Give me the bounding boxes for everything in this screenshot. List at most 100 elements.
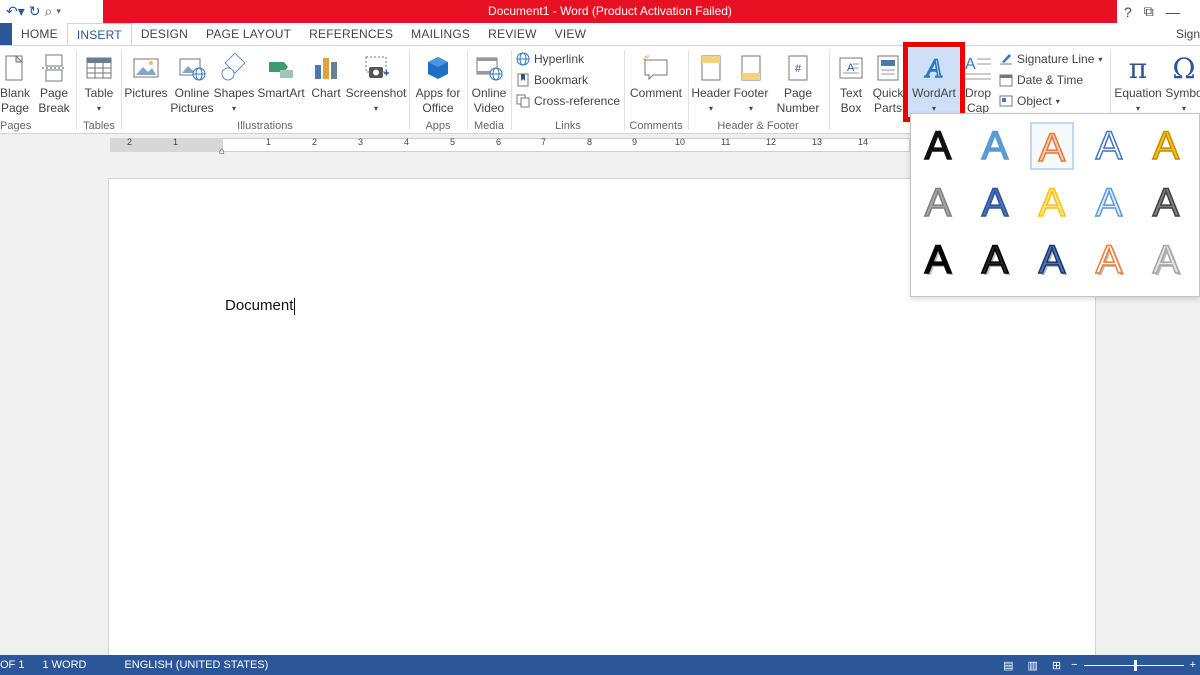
tab-references[interactable]: REFERENCES: [300, 23, 402, 45]
online-pictures-icon: [179, 58, 206, 81]
equation-button[interactable]: π Equation ▾: [1112, 48, 1164, 116]
shapes-button[interactable]: Shapes ▾: [213, 48, 255, 116]
page-break-button[interactable]: Page Break: [36, 48, 72, 116]
signature-line-button[interactable]: Signature Line ▾: [999, 49, 1102, 69]
ruler-number: 8: [587, 137, 593, 147]
quick-parts-button[interactable]: Quick Parts: [870, 48, 906, 116]
document-text-line[interactable]: Document: [225, 297, 296, 315]
wordart-style-option[interactable]: A: [1144, 236, 1188, 284]
blank-page-button[interactable]: Blank Page: [0, 48, 30, 116]
wordart-style-option[interactable]: A: [916, 236, 960, 284]
ruler-number: 14: [858, 137, 869, 147]
svg-text:#: #: [795, 63, 802, 75]
calendar-icon: [999, 74, 1013, 87]
cross-reference-icon: [516, 94, 530, 108]
ruler-number: 2: [312, 137, 318, 147]
cross-reference-button[interactable]: Cross-reference: [516, 91, 620, 111]
bookmark-button[interactable]: Bookmark: [516, 70, 588, 90]
object-button[interactable]: Object ▾: [999, 91, 1060, 111]
comment-button[interactable]: Comment: [627, 48, 685, 101]
wordart-gallery: AAAAAAAAAAAAAAA: [910, 113, 1200, 297]
wordart-style-option[interactable]: A: [1087, 122, 1131, 170]
apps-for-office-button[interactable]: Apps for Office: [411, 48, 465, 116]
web-layout-icon[interactable]: ⊞: [1052, 659, 1061, 672]
symbol-button[interactable]: Ω Symbo ▾: [1164, 48, 1200, 116]
shapes-icon: [221, 53, 246, 81]
pictures-button[interactable]: Pictures: [124, 48, 168, 101]
title-bar: ↶▾ ↻ ⌕ ▾ Document1 - Word (Product Activ…: [0, 0, 1200, 23]
tab-page-layout[interactable]: PAGE LAYOUT: [197, 23, 300, 45]
shapes-dropdown-icon: ▾: [231, 104, 236, 113]
chart-button[interactable]: Chart: [309, 48, 343, 101]
zoom-slider[interactable]: [1083, 659, 1184, 671]
header-dropdown-icon: ▾: [708, 104, 713, 113]
tab-home[interactable]: HOME: [12, 23, 67, 45]
ruler-number: 12: [766, 137, 777, 147]
screenshot-dropdown-icon: ▾: [373, 104, 378, 113]
hyperlink-button[interactable]: Hyperlink: [516, 49, 584, 69]
ruler-number: 13: [812, 137, 823, 147]
text-box-button[interactable]: A Text Box: [832, 48, 870, 116]
hyperlink-icon: [516, 52, 530, 66]
date-time-button[interactable]: Date & Time: [999, 70, 1083, 90]
wordart-style-option[interactable]: A: [1087, 236, 1131, 284]
wordart-style-option[interactable]: A: [1087, 179, 1131, 227]
wordart-style-option[interactable]: A: [916, 122, 960, 170]
drop-cap-button[interactable]: A Drop Cap: [962, 48, 994, 116]
tab-mailings[interactable]: MAILINGS: [402, 23, 479, 45]
group-separator: [76, 50, 77, 130]
zoom-slider-thumb[interactable]: [1133, 659, 1137, 671]
read-mode-icon[interactable]: ▤: [1003, 659, 1013, 672]
group-label-header-footer: Header & Footer: [717, 120, 799, 132]
page-number-button[interactable]: # Page Number: [770, 48, 826, 116]
wordart-style-option[interactable]: A: [916, 179, 960, 227]
table-button[interactable]: Table ▾: [80, 48, 118, 116]
drop-cap-icon: A: [965, 56, 991, 80]
tab-review[interactable]: REVIEW: [479, 23, 546, 45]
print-layout-icon[interactable]: ▥: [1028, 659, 1038, 672]
wordart-style-option[interactable]: A: [1030, 122, 1074, 171]
wordart-highlight-box: [903, 42, 965, 122]
tab-insert[interactable]: INSERT: [66, 23, 132, 46]
page-break-icon: [42, 54, 66, 82]
svg-text:π: π: [1129, 53, 1147, 83]
group-separator: [511, 50, 512, 130]
smartart-button[interactable]: SmartArt: [255, 48, 307, 101]
wordart-style-option[interactable]: A: [1144, 122, 1188, 170]
print-preview-icon[interactable]: ⌕: [45, 3, 53, 20]
tab-view[interactable]: VIEW: [546, 23, 595, 45]
minimize-button[interactable]: —: [1166, 4, 1180, 20]
group-label-apps: Apps: [425, 120, 451, 132]
online-video-icon: [476, 57, 503, 81]
group-label-comments: Comments: [629, 120, 683, 132]
wordart-style-option[interactable]: A: [1144, 179, 1188, 227]
wordart-style-option[interactable]: A: [973, 236, 1017, 284]
wordart-style-option[interactable]: A: [1030, 179, 1074, 227]
wordart-style-option[interactable]: A: [973, 179, 1017, 227]
screenshot-icon: [365, 56, 389, 78]
word-count[interactable]: 1 WORD: [42, 659, 86, 671]
footer-button[interactable]: Footer ▾: [732, 48, 770, 116]
blank-page-icon: [5, 54, 24, 81]
zoom-out-icon[interactable]: −: [1071, 659, 1077, 671]
customize-qat-icon[interactable]: ▾: [56, 6, 61, 17]
file-tab[interactable]: [0, 23, 12, 45]
wordart-style-option[interactable]: A: [973, 122, 1017, 170]
help-button[interactable]: ?: [1124, 4, 1132, 20]
screenshot-button[interactable]: Screenshot ▾: [345, 48, 407, 116]
zoom-in-icon[interactable]: +: [1190, 659, 1196, 671]
language-status[interactable]: ENGLISH (UNITED STATES): [124, 659, 268, 671]
header-button[interactable]: Header ▾: [690, 48, 732, 116]
sign-in-link[interactable]: Sign: [1176, 23, 1200, 45]
wordart-style-option[interactable]: A: [1030, 236, 1074, 284]
quick-access-toolbar: ↶▾ ↻ ⌕ ▾: [0, 0, 61, 23]
undo-icon[interactable]: ↶▾: [6, 3, 25, 20]
ribbon-display-options-button[interactable]: ⧉: [1144, 3, 1154, 20]
tab-design[interactable]: DESIGN: [132, 23, 197, 45]
redo-icon[interactable]: ↻: [29, 3, 41, 20]
quick-parts-icon: [877, 55, 899, 81]
online-pictures-button[interactable]: Online Pictures: [170, 48, 214, 116]
text-cursor: [294, 297, 296, 315]
online-video-button[interactable]: Online Video: [469, 48, 509, 116]
page-count[interactable]: OF 1: [0, 659, 24, 671]
